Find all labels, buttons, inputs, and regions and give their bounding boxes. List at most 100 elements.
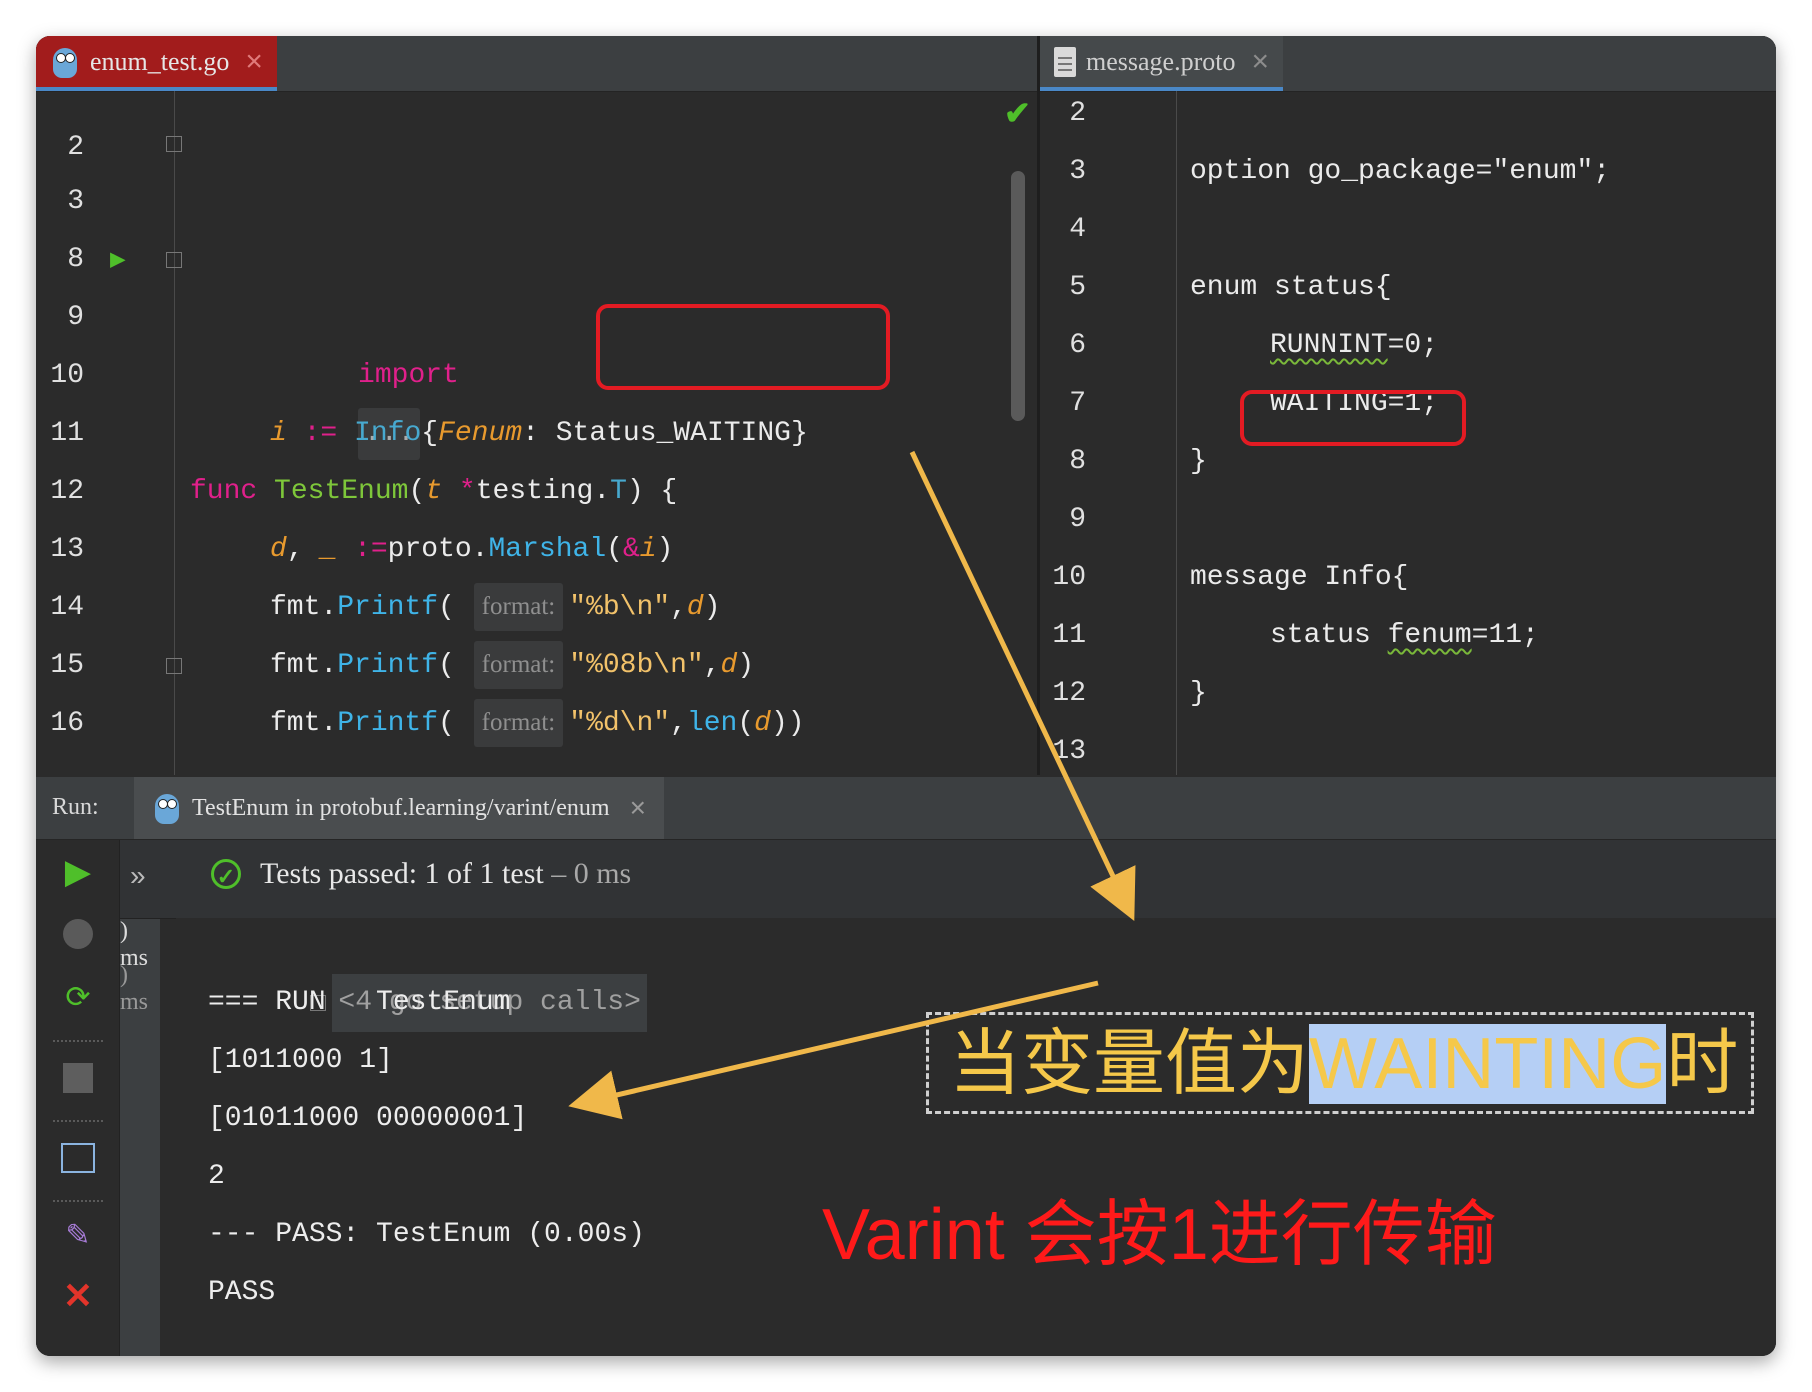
status-time: – 0 ms <box>551 857 632 890</box>
enum-assign: =0; <box>1387 330 1439 361</box>
line-number: 7 <box>1069 388 1086 419</box>
code-line: 13 <box>1040 723 1776 775</box>
run-tab[interactable]: TestEnum in protobuf.learning/varint/enu… <box>134 777 664 839</box>
line-number: 12 <box>1052 678 1086 709</box>
code-line: 15 fmt.Printf( format: "%d\n",len(d)) <box>36 579 1037 747</box>
paren: ( <box>737 708 755 739</box>
status-prefix: Tests passed: <box>260 857 418 890</box>
console-line: PASS <box>208 1277 276 1308</box>
code-line: 5 enum status{ <box>1040 259 1776 317</box>
code-line: 14 fmt.Printf( format: "%08b\n",d) <box>36 521 1037 689</box>
console-line: [1011000 1] <box>208 1045 393 1076</box>
right-editor-pane: message.proto × 2 3 option go_package="en… <box>1040 36 1776 775</box>
run-gutter-icon[interactable]: ▶ <box>110 231 126 289</box>
code-line: 12} <box>1040 665 1776 723</box>
paren: ( <box>438 708 455 739</box>
line-number: 9 <box>1069 504 1086 535</box>
right-tabbar: message.proto × <box>1040 36 1776 92</box>
code-text: } <box>1190 678 1207 709</box>
code-line: 8 <box>36 173 1037 275</box>
console-line: [01011000 00000001] <box>208 1103 528 1134</box>
ide-window: enum_test.go × ✔ 2 3 import ... 8 9 ▶ fu… <box>36 36 1776 1356</box>
console-output: <4 go setup calls> === RUN TestEnum [101… <box>176 918 1776 1356</box>
code-line: 2 <box>36 61 1037 163</box>
code-line: 3 option go_package="enum"; <box>1040 143 1776 201</box>
console-line: <4 go setup calls> <box>176 916 647 1032</box>
annotation-highlight: WAINTING <box>1309 1024 1667 1104</box>
code-line: 16 } <box>36 637 1037 739</box>
line-number: 4 <box>1069 214 1086 245</box>
line-number: 11 <box>1052 620 1086 651</box>
code-line: 10 message Info{ <box>1040 549 1776 607</box>
fold-icon[interactable] <box>166 252 182 268</box>
code-text: option go_package="enum"; <box>1190 156 1611 187</box>
annotation-prefix: 当变量值为 <box>949 1024 1310 1104</box>
line-number: 5 <box>1069 272 1086 303</box>
code-text: } <box>1190 446 1207 477</box>
stop-icon[interactable] <box>58 1056 98 1096</box>
code-line: 12 d, _ :=proto.Marshal(&i) <box>36 405 1037 565</box>
check-circle-icon: ✓ <box>211 859 241 889</box>
line-number: 8 <box>1069 446 1086 477</box>
annotation-suffix: 时 <box>1666 1024 1739 1104</box>
fold-icon[interactable] <box>166 658 182 674</box>
run-toolbar: Run: TestEnum in protobuf.learning/varin… <box>36 777 1776 840</box>
highlight-box <box>1240 390 1466 446</box>
close-run-tab-icon[interactable]: × <box>630 792 646 824</box>
line-number: 2 <box>1069 98 1086 129</box>
tab-label: message.proto <box>1086 46 1236 76</box>
pin-icon[interactable]: ✎ <box>58 1216 98 1256</box>
chevron-icon[interactable]: » <box>130 860 146 892</box>
line-number: 3 <box>1069 156 1086 187</box>
run-label: Run: <box>52 794 99 820</box>
separator <box>53 1200 103 1202</box>
console-line: --- PASS: TestEnum (0.00s) <box>208 1219 645 1250</box>
status-count: 1 of 1 test <box>424 857 544 890</box>
layout-icon[interactable] <box>58 1136 98 1176</box>
gopher-icon <box>152 791 182 825</box>
code-line: 4 <box>1040 201 1776 259</box>
test-status-bar: » ✓ Tests passed: 1 of 1 test – 0 ms <box>120 840 1776 919</box>
close-icon[interactable]: ✕ <box>58 1276 98 1316</box>
console-line: 2 <box>208 1161 225 1192</box>
tab-message-proto[interactable]: message.proto × <box>1040 36 1283 91</box>
field-number: =11; <box>1471 620 1539 651</box>
left-editor-pane: enum_test.go × ✔ 2 3 import ... 8 9 ▶ fu… <box>36 36 1037 775</box>
len-call: len <box>686 708 738 739</box>
annotation-box: 当变量值为WAINTING时 <box>926 1012 1754 1114</box>
annotation-yellow-text: 当变量值为WAINTING时 <box>949 1021 1738 1107</box>
format-string: "%d\n" <box>569 708 671 739</box>
highlight-box <box>596 304 890 390</box>
var-d: d <box>754 708 771 739</box>
code-line: 6 RUNNINT=0; <box>1040 317 1776 375</box>
field-name: fenum <box>1387 620 1472 651</box>
close-tab-icon[interactable]: × <box>1251 45 1269 79</box>
console-line: === RUN TestEnum <box>208 987 511 1018</box>
code-line: 17 <box>36 695 1037 709</box>
line-number: 13 <box>1052 736 1086 767</box>
annotation-red-text: Varint 会按1进行传输 <box>822 1195 1497 1275</box>
code-line: 11 status fenum=11; <box>1040 607 1776 665</box>
comma: , <box>670 708 687 739</box>
code-line: 2 <box>1040 85 1776 143</box>
rerun-icon[interactable]: ⟳ <box>58 978 98 1018</box>
code-line: 9 <box>1040 491 1776 549</box>
fold-icon[interactable] <box>166 136 182 152</box>
code-text: message Info{ <box>1190 562 1409 593</box>
run-icon[interactable]: ▶ <box>58 852 98 892</box>
line-number: 10 <box>1052 562 1086 593</box>
run-tool-strip: ▶ ⟳ ✎ ✕ <box>36 840 120 1356</box>
file-icon <box>1054 46 1076 77</box>
enum-const: RUNNINT <box>1270 330 1388 361</box>
code-line: 3 import ... <box>36 115 1037 460</box>
line-number: 6 <box>1069 330 1086 361</box>
separator <box>53 1120 103 1122</box>
run-tab-label: TestEnum in protobuf.learning/varint/enu… <box>192 794 610 821</box>
package-fmt: fmt. <box>270 708 338 739</box>
code-line: 13 fmt.Printf( format: "%b\n",d) <box>36 463 1037 631</box>
duration: ) ms <box>120 962 149 1015</box>
code-text: enum status{ <box>1190 272 1392 303</box>
tests-passed-text: Tests passed: 1 of 1 test – 0 ms <box>260 857 631 891</box>
code-line: 9 ▶ func TestEnum(t *testing.T) { <box>36 231 1037 507</box>
stop-inactive-icon[interactable] <box>58 918 98 958</box>
